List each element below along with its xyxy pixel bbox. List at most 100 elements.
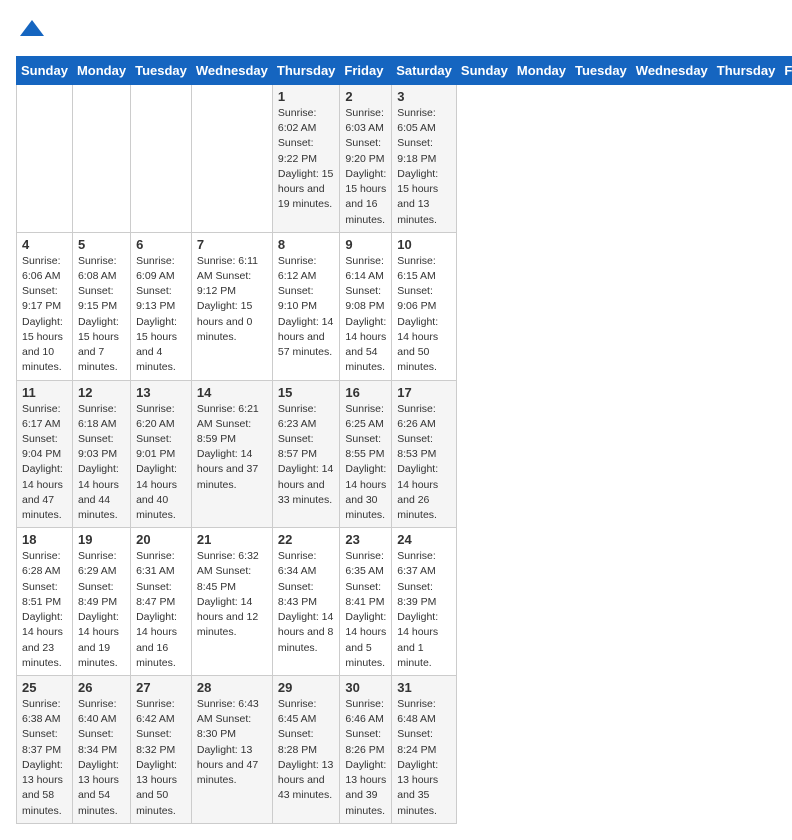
calendar-cell: 24 Sunrise: 6:37 AM Sunset: 8:39 PM Dayli… <box>392 528 457 676</box>
calendar-cell <box>191 85 272 233</box>
calendar-cell: 5Sunrise: 6:08 AM Sunset: 9:15 PM Daylig… <box>72 232 130 380</box>
day-info: Sunrise: 6:38 AM Sunset: 8:37 PM Dayligh… <box>22 697 67 819</box>
day-info: Sunrise: 6:21 AM Sunset: 8:59 PM Dayligh… <box>197 402 267 493</box>
weekday-header-tuesday: Tuesday <box>131 57 192 85</box>
calendar-cell: 7 Sunrise: 6:11 AM Sunset: 9:12 PM Daylig… <box>191 232 272 380</box>
day-number: 24 <box>397 532 451 547</box>
day-number: 13 <box>136 385 186 400</box>
logo-icon <box>18 16 46 44</box>
day-number: 16 <box>345 385 386 400</box>
calendar-cell: 28Sunrise: 6:43 AM Sunset: 8:30 PM Dayli… <box>191 676 272 824</box>
day-info: Sunrise: 6:06 AM Sunset: 9:17 PM Dayligh… <box>22 254 67 376</box>
calendar-cell: 16 Sunrise: 6:25 AM Sunset: 8:55 PM Dayli… <box>340 380 392 528</box>
calendar-week-1: 1Sunrise: 6:02 AM Sunset: 9:22 PM Daylig… <box>17 85 792 233</box>
weekday-header-wednesday: Wednesday <box>191 57 272 85</box>
day-info: Sunrise: 6:32 AM Sunset: 8:45 PM Dayligh… <box>197 549 267 640</box>
calendar-cell: 29 Sunrise: 6:45 AM Sunset: 8:28 PM Dayli… <box>272 676 340 824</box>
day-number: 23 <box>345 532 386 547</box>
day-number: 22 <box>278 532 335 547</box>
calendar-cell: 25 Sunrise: 6:38 AM Sunset: 8:37 PM Dayli… <box>17 676 73 824</box>
weekday-header-saturday: Saturday <box>392 57 457 85</box>
weekday-header-tuesday: Tuesday <box>571 57 632 85</box>
day-number: 17 <box>397 385 451 400</box>
day-number: 3 <box>397 89 451 104</box>
day-number: 19 <box>78 532 125 547</box>
day-info: Sunrise: 6:12 AM Sunset: 9:10 PM Dayligh… <box>278 254 335 361</box>
day-info: Sunrise: 6:08 AM Sunset: 9:15 PM Dayligh… <box>78 254 125 376</box>
calendar-cell: 10 Sunrise: 6:15 AM Sunset: 9:06 PM Dayli… <box>392 232 457 380</box>
weekday-header-monday: Monday <box>512 57 570 85</box>
day-number: 10 <box>397 237 451 252</box>
page-header <box>16 16 776 44</box>
calendar-week-4: 18 Sunrise: 6:28 AM Sunset: 8:51 PM Dayli… <box>17 528 792 676</box>
day-number: 30 <box>345 680 386 695</box>
calendar-cell <box>72 85 130 233</box>
calendar-cell: 8 Sunrise: 6:12 AM Sunset: 9:10 PM Daylig… <box>272 232 340 380</box>
day-info: Sunrise: 6:37 AM Sunset: 8:39 PM Dayligh… <box>397 549 451 671</box>
day-info: Sunrise: 6:45 AM Sunset: 8:28 PM Dayligh… <box>278 697 335 804</box>
weekday-header-thursday: Thursday <box>712 57 780 85</box>
day-info: Sunrise: 6:46 AM Sunset: 8:26 PM Dayligh… <box>345 697 386 819</box>
calendar-cell: 19 Sunrise: 6:29 AM Sunset: 8:49 PM Dayli… <box>72 528 130 676</box>
day-number: 12 <box>78 385 125 400</box>
day-number: 4 <box>22 237 67 252</box>
day-info: Sunrise: 6:14 AM Sunset: 9:08 PM Dayligh… <box>345 254 386 376</box>
day-info: Sunrise: 6:42 AM Sunset: 8:32 PM Dayligh… <box>136 697 186 819</box>
day-number: 26 <box>78 680 125 695</box>
day-number: 27 <box>136 680 186 695</box>
calendar-week-2: 4 Sunrise: 6:06 AM Sunset: 9:17 PM Daylig… <box>17 232 792 380</box>
calendar-cell: 20 Sunrise: 6:31 AM Sunset: 8:47 PM Dayli… <box>131 528 192 676</box>
day-number: 8 <box>278 237 335 252</box>
day-number: 14 <box>197 385 267 400</box>
day-info: Sunrise: 6:05 AM Sunset: 9:18 PM Dayligh… <box>397 106 451 228</box>
calendar-cell: 12Sunrise: 6:18 AM Sunset: 9:03 PM Dayli… <box>72 380 130 528</box>
weekday-header-wednesday: Wednesday <box>631 57 712 85</box>
calendar-cell: 13 Sunrise: 6:20 AM Sunset: 9:01 PM Dayli… <box>131 380 192 528</box>
calendar-cell: 31 Sunrise: 6:48 AM Sunset: 8:24 PM Dayli… <box>392 676 457 824</box>
calendar-cell: 4 Sunrise: 6:06 AM Sunset: 9:17 PM Daylig… <box>17 232 73 380</box>
day-number: 9 <box>345 237 386 252</box>
day-info: Sunrise: 6:31 AM Sunset: 8:47 PM Dayligh… <box>136 549 186 671</box>
day-number: 25 <box>22 680 67 695</box>
calendar-cell: 1Sunrise: 6:02 AM Sunset: 9:22 PM Daylig… <box>272 85 340 233</box>
day-info: Sunrise: 6:15 AM Sunset: 9:06 PM Dayligh… <box>397 254 451 376</box>
weekday-header-sunday: Sunday <box>17 57 73 85</box>
weekday-header-sunday: Sunday <box>456 57 512 85</box>
day-number: 21 <box>197 532 267 547</box>
day-number: 18 <box>22 532 67 547</box>
day-number: 20 <box>136 532 186 547</box>
calendar-cell: 18 Sunrise: 6:28 AM Sunset: 8:51 PM Dayli… <box>17 528 73 676</box>
day-info: Sunrise: 6:34 AM Sunset: 8:43 PM Dayligh… <box>278 549 335 656</box>
day-info: Sunrise: 6:11 AM Sunset: 9:12 PM Dayligh… <box>197 254 267 345</box>
calendar-cell: 3 Sunrise: 6:05 AM Sunset: 9:18 PM Daylig… <box>392 85 457 233</box>
day-info: Sunrise: 6:43 AM Sunset: 8:30 PM Dayligh… <box>197 697 267 788</box>
weekday-header-friday: Friday <box>780 57 792 85</box>
calendar-cell: 15Sunrise: 6:23 AM Sunset: 8:57 PM Dayli… <box>272 380 340 528</box>
calendar-cell: 2Sunrise: 6:03 AM Sunset: 9:20 PM Daylig… <box>340 85 392 233</box>
weekday-header-thursday: Thursday <box>272 57 340 85</box>
day-info: Sunrise: 6:26 AM Sunset: 8:53 PM Dayligh… <box>397 402 451 524</box>
day-info: Sunrise: 6:02 AM Sunset: 9:22 PM Dayligh… <box>278 106 335 213</box>
day-info: Sunrise: 6:48 AM Sunset: 8:24 PM Dayligh… <box>397 697 451 819</box>
day-info: Sunrise: 6:17 AM Sunset: 9:04 PM Dayligh… <box>22 402 67 524</box>
day-info: Sunrise: 6:28 AM Sunset: 8:51 PM Dayligh… <box>22 549 67 671</box>
calendar-cell: 17 Sunrise: 6:26 AM Sunset: 8:53 PM Dayli… <box>392 380 457 528</box>
day-number: 31 <box>397 680 451 695</box>
weekday-header-friday: Friday <box>340 57 392 85</box>
day-number: 11 <box>22 385 67 400</box>
day-info: Sunrise: 6:20 AM Sunset: 9:01 PM Dayligh… <box>136 402 186 524</box>
calendar-cell: 26 Sunrise: 6:40 AM Sunset: 8:34 PM Dayli… <box>72 676 130 824</box>
calendar-table: SundayMondayTuesdayWednesdayThursdayFrid… <box>16 56 792 824</box>
day-info: Sunrise: 6:40 AM Sunset: 8:34 PM Dayligh… <box>78 697 125 819</box>
day-info: Sunrise: 6:35 AM Sunset: 8:41 PM Dayligh… <box>345 549 386 671</box>
logo <box>16 16 46 44</box>
day-number: 7 <box>197 237 267 252</box>
day-info: Sunrise: 6:25 AM Sunset: 8:55 PM Dayligh… <box>345 402 386 524</box>
day-info: Sunrise: 6:29 AM Sunset: 8:49 PM Dayligh… <box>78 549 125 671</box>
calendar-week-3: 11 Sunrise: 6:17 AM Sunset: 9:04 PM Dayli… <box>17 380 792 528</box>
calendar-cell: 14 Sunrise: 6:21 AM Sunset: 8:59 PM Dayli… <box>191 380 272 528</box>
day-number: 6 <box>136 237 186 252</box>
calendar-cell: 22 Sunrise: 6:34 AM Sunset: 8:43 PM Dayli… <box>272 528 340 676</box>
day-number: 29 <box>278 680 335 695</box>
calendar-cell: 6Sunrise: 6:09 AM Sunset: 9:13 PM Daylig… <box>131 232 192 380</box>
